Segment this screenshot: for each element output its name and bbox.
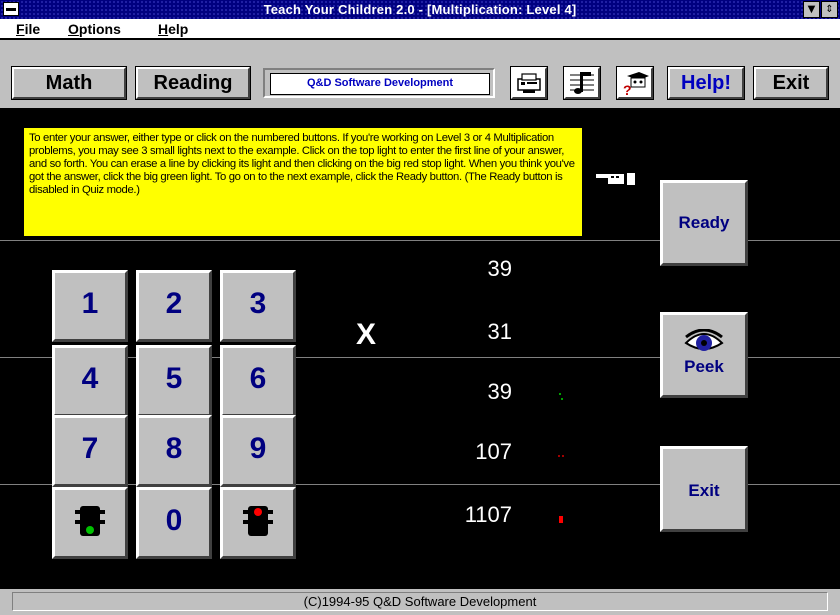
key-9[interactable]: 9 bbox=[220, 415, 296, 487]
printer-icon[interactable] bbox=[510, 66, 548, 100]
line-1-light[interactable] bbox=[558, 388, 564, 400]
multiplier: 31 bbox=[487, 319, 512, 344]
eye-icon bbox=[684, 328, 724, 351]
music-notes-icon[interactable] bbox=[563, 66, 601, 100]
menu-help[interactable]: Help bbox=[158, 20, 188, 38]
minimize-button[interactable]: ▼ bbox=[803, 1, 820, 18]
help-button[interactable]: Help! bbox=[667, 66, 745, 100]
menu-file[interactable]: File bbox=[16, 20, 40, 38]
menu-bar bbox=[0, 19, 840, 39]
reading-button[interactable]: Reading bbox=[135, 66, 251, 100]
key-0[interactable]: 0 bbox=[136, 487, 212, 559]
key-5[interactable]: 5 bbox=[136, 345, 212, 417]
brand-panel: Q&D Software Development bbox=[263, 68, 495, 98]
svg-text:?: ? bbox=[623, 82, 632, 97]
exit-button[interactable]: Exit bbox=[660, 446, 748, 532]
instructions-box: To enter your answer, either type or cli… bbox=[23, 127, 583, 237]
multiplicand: 39 bbox=[487, 256, 512, 281]
math-button[interactable]: Math bbox=[11, 66, 127, 100]
key-6[interactable]: 6 bbox=[220, 345, 296, 417]
key-7[interactable]: 7 bbox=[52, 415, 128, 487]
key-2[interactable]: 2 bbox=[136, 270, 212, 342]
answer-line-3[interactable]: 1107 bbox=[420, 502, 512, 528]
peek-label: Peek bbox=[684, 357, 724, 376]
peek-button[interactable]: Peek bbox=[660, 312, 748, 398]
restore-button[interactable]: ⇕ bbox=[821, 1, 838, 18]
green-traffic-light-icon bbox=[75, 506, 105, 536]
brand-label: Q&D Software Development bbox=[270, 73, 490, 95]
multiply-sign: X bbox=[356, 318, 377, 351]
key-1[interactable]: 1 bbox=[52, 270, 128, 342]
key-8[interactable]: 8 bbox=[136, 415, 212, 487]
pointing-hand-icon bbox=[594, 170, 638, 188]
toolbar-exit-button[interactable]: Exit bbox=[753, 66, 829, 100]
line-3-light[interactable] bbox=[558, 511, 564, 523]
go-light-button[interactable] bbox=[52, 487, 128, 559]
answer-line-1[interactable]: 39 bbox=[440, 379, 512, 405]
graduate-icon[interactable]: ? bbox=[616, 66, 654, 100]
red-traffic-light-icon bbox=[243, 506, 273, 536]
answer-line-2[interactable]: 107 bbox=[420, 439, 512, 465]
key-4[interactable]: 4 bbox=[52, 345, 128, 417]
status-text: (C)1994-95 Q&D Software Development bbox=[12, 592, 828, 611]
line-2-light[interactable] bbox=[558, 448, 564, 457]
key-3[interactable]: 3 bbox=[220, 270, 296, 342]
window-title: Teach Your Children 2.0 - [Multiplicatio… bbox=[263, 2, 577, 17]
menu-options[interactable]: Options bbox=[68, 20, 121, 38]
ready-button[interactable]: Ready bbox=[660, 180, 748, 266]
stop-light-button[interactable] bbox=[220, 487, 296, 559]
